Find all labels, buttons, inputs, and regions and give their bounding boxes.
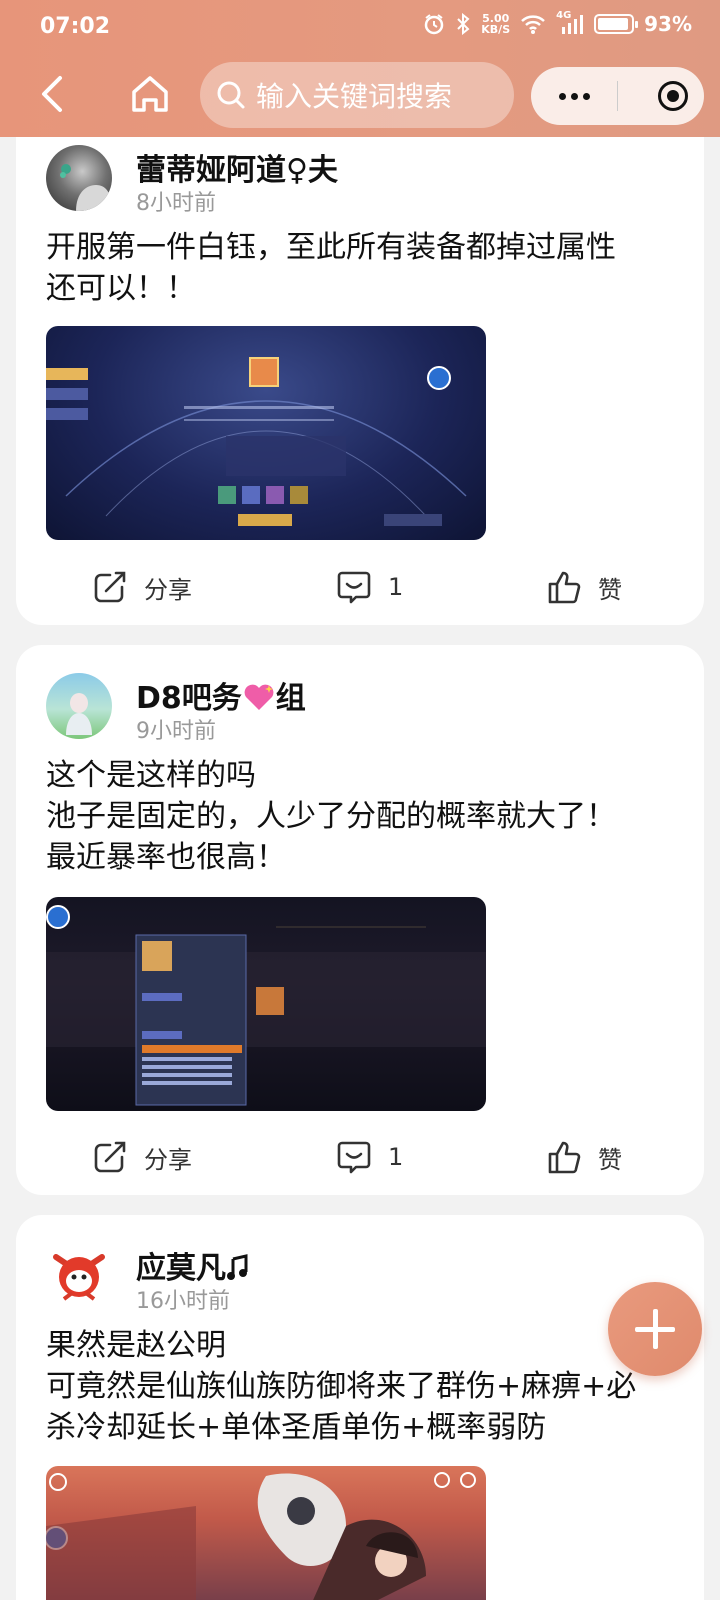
- share-icon: [94, 571, 126, 603]
- comment-count: 1: [388, 573, 404, 601]
- post-time: 8小时前: [136, 191, 216, 216]
- avatar[interactable]: [46, 1243, 112, 1309]
- post-time: 16小时前: [136, 1289, 230, 1314]
- search-input[interactable]: 输入关键词搜索: [200, 62, 514, 128]
- comment-icon: [337, 1141, 371, 1174]
- home-button[interactable]: [126, 70, 174, 118]
- share-icon: [94, 1141, 126, 1173]
- like-button[interactable]: 赞: [546, 1127, 622, 1187]
- comment-button[interactable]: 1: [336, 557, 403, 617]
- status-time: 07:02: [40, 14, 111, 39]
- more-menu-button[interactable]: [531, 67, 617, 125]
- post-text: 这个是这样的吗 池子是固定的，人少了分配的概率就大了！ 最近暴率也很高！: [46, 758, 616, 875]
- post-card: 应莫凡 16小时前 果然是赵公明 可竟然是仙族仙族防御将来了群伤+麻痹+必 杀冷…: [16, 1215, 704, 1600]
- username[interactable]: 应莫凡: [136, 1243, 248, 1287]
- avatar[interactable]: [46, 673, 112, 739]
- share-button[interactable]: 分享: [92, 1127, 192, 1187]
- status-icons: 5.00 KB/S 4G 93%: [423, 10, 692, 36]
- thumbs-up-icon: [548, 571, 581, 604]
- thumbs-up-icon: [548, 1141, 581, 1174]
- avatar[interactable]: [46, 145, 112, 211]
- search-placeholder: 输入关键词搜索: [256, 80, 453, 113]
- alarm-icon: [425, 14, 444, 35]
- battery-percent: 93%: [644, 12, 692, 36]
- post-text: 开服第一件白钰，至此所有装备都掉过属性 还可以！！: [46, 230, 616, 306]
- post-actions: 分享 1 赞: [16, 557, 704, 617]
- add-post-button[interactable]: [608, 1282, 702, 1376]
- post-image-game-battle[interactable]: [46, 1466, 486, 1600]
- username[interactable]: 蕾蒂娅阿道♀夫: [136, 145, 338, 189]
- like-button[interactable]: 赞: [546, 557, 622, 617]
- comment-count: 1: [388, 1143, 404, 1171]
- share-button[interactable]: 分享: [92, 557, 192, 617]
- username[interactable]: D8吧务组: [136, 673, 306, 717]
- cellular-signal-icon: 4G: [556, 10, 584, 35]
- search-icon: [217, 81, 245, 109]
- post-time: 9小时前: [136, 719, 216, 744]
- bluetooth-icon: [457, 13, 470, 35]
- back-button[interactable]: [32, 72, 76, 116]
- wifi-icon: [521, 15, 545, 34]
- nav-row: 输入关键词搜索: [0, 62, 720, 128]
- music-note-icon: [227, 1254, 248, 1280]
- post-text: 果然是赵公明 可竟然是仙族仙族防御将来了群伤+麻痹+必 杀冷却延长+单体圣盾单伤…: [46, 1328, 637, 1445]
- mini-program-capsule: [531, 67, 704, 125]
- post-actions: 分享 1 赞: [16, 1127, 704, 1187]
- capsule-divider: [617, 81, 618, 111]
- sparkling-heart-icon: [244, 684, 274, 710]
- comment-icon: [337, 571, 371, 604]
- post-image-game-item-drop[interactable]: [46, 897, 486, 1111]
- post-card: 蕾蒂娅阿道♀夫 8小时前 开服第一件白钰，至此所有装备都掉过属性 还可以！！ 分…: [16, 110, 704, 625]
- net-speed: 5.00 KB/S: [481, 12, 511, 36]
- close-mini-program-button[interactable]: [658, 81, 688, 111]
- comment-button[interactable]: 1: [336, 1127, 403, 1187]
- post-card: D8吧务组 9小时前 这个是这样的吗 池子是固定的，人少了分配的概率就大了！ 最…: [16, 645, 704, 1195]
- battery-icon: [594, 14, 639, 34]
- post-image-game-equipment[interactable]: [46, 326, 486, 540]
- top-bar: 07:02 5.00 KB/S 4G 93% 输入关键词搜索: [0, 0, 720, 137]
- status-bar: 07:02 5.00 KB/S 4G 93%: [0, 0, 720, 54]
